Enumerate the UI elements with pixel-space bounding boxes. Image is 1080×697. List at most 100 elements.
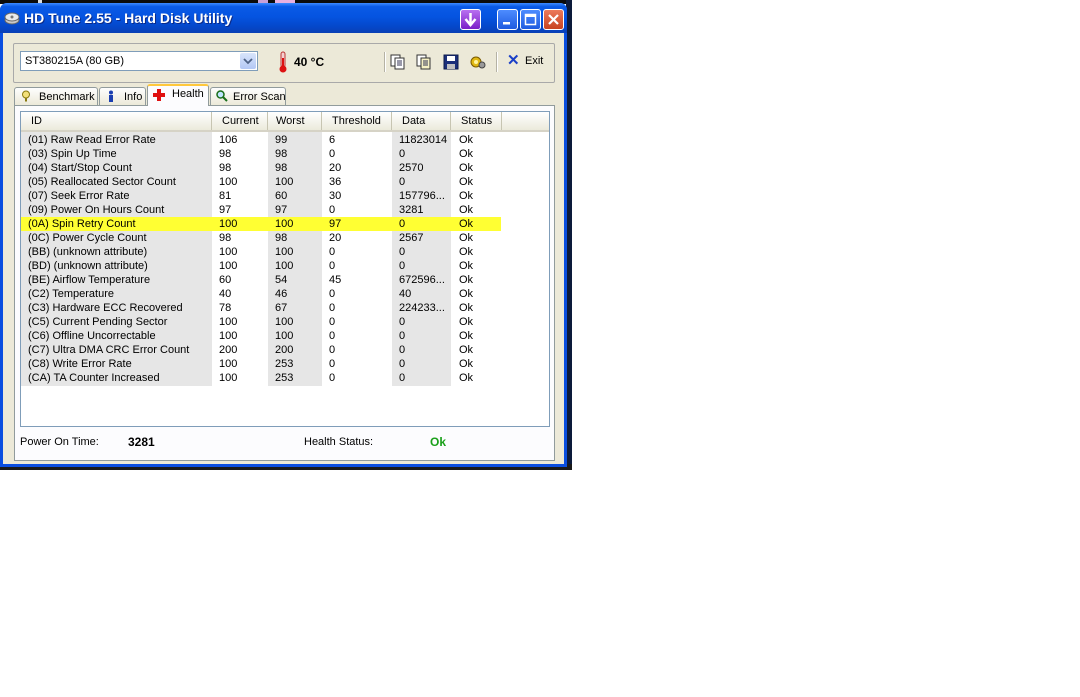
cell-status: Ok: [459, 316, 474, 328]
table-row[interactable]: (C5) Current Pending Sector 100 100 0 0 Ok: [21, 315, 549, 329]
toolbar: ST380215A (80 GB) 40 °C ✕ Exit: [13, 43, 555, 83]
cell-id: (0C) Power Cycle Count: [28, 232, 147, 244]
cell-threshold: 0: [329, 288, 336, 300]
cell-threshold: 0: [329, 302, 336, 314]
cell-current: 60: [219, 274, 232, 286]
cell-threshold: 30: [329, 190, 342, 202]
cell-status: Ok: [459, 330, 474, 342]
cell-data: 0: [399, 148, 406, 160]
dropdown-arrow-button[interactable]: [240, 53, 256, 69]
column-header-worst[interactable]: Worst: [268, 112, 322, 130]
table-row[interactable]: (09) Power On Hours Count 97 97 0 3281 Ok: [21, 203, 549, 217]
table-row[interactable]: (C2) Temperature 40 46 0 40 Ok: [21, 287, 549, 301]
table-row[interactable]: (BE) Airflow Temperature 60 54 45 672596... O…: [21, 273, 549, 287]
cell-data: 0: [399, 176, 406, 188]
cell-status: Ok: [459, 358, 474, 370]
title-bar[interactable]: HD Tune 2.55 - Hard Disk Utility: [0, 3, 567, 33]
health-icon: [153, 89, 165, 101]
copy-all-icon[interactable]: [416, 54, 432, 70]
cell-worst: 99: [275, 134, 288, 146]
options-icon[interactable]: [470, 54, 486, 70]
cell-data: 0: [399, 344, 406, 356]
cell-status: Ok: [459, 232, 474, 244]
drive-dropdown[interactable]: ST380215A (80 GB): [20, 51, 258, 71]
window-client-area: ST380215A (80 GB) 40 °C ✕ Exit Benchmark…: [3, 33, 564, 464]
cell-status: Ok: [459, 218, 474, 230]
cell-status: Ok: [459, 288, 474, 300]
cell-id: (CA) TA Counter Increased: [28, 372, 160, 384]
table-row[interactable]: (05) Reallocated Sector Count 100 100 36 0 Ok: [21, 175, 549, 189]
minimize-button[interactable]: [497, 9, 518, 30]
cell-status: Ok: [459, 204, 474, 216]
save-icon[interactable]: [443, 54, 459, 70]
table-row[interactable]: (03) Spin Up Time 98 98 0 0 Ok: [21, 147, 549, 161]
magnifier-icon: [216, 90, 228, 102]
toolbar-separator: [496, 52, 498, 72]
column-header-data[interactable]: Data: [392, 112, 451, 130]
cell-status: Ok: [459, 246, 474, 258]
tab-benchmark[interactable]: Benchmark: [14, 87, 98, 105]
power-on-time-value: 3281: [128, 435, 155, 449]
smart-attributes-table[interactable]: ID Current Worst Threshold Data Status (…: [20, 111, 550, 427]
tab-error-scan[interactable]: Error Scan: [210, 87, 286, 105]
cell-status: Ok: [459, 344, 474, 356]
cell-worst: 100: [275, 330, 294, 342]
cell-worst: 97: [275, 204, 288, 216]
cell-status: Ok: [459, 260, 474, 272]
cell-current: 100: [219, 330, 238, 342]
cell-worst: 46: [275, 288, 288, 300]
tab-info[interactable]: Info: [99, 87, 146, 105]
table-row[interactable]: (C7) Ultra DMA CRC Error Count 200 200 0 0 Ok: [21, 343, 549, 357]
cell-threshold: 0: [329, 246, 336, 258]
cell-data: 0: [399, 218, 406, 230]
cell-worst: 253: [275, 372, 294, 384]
table-row[interactable]: (07) Seek Error Rate 81 60 30 157796... Ok: [21, 189, 549, 203]
cell-threshold: 0: [329, 372, 336, 384]
cell-id: (01) Raw Read Error Rate: [28, 134, 156, 146]
app-icon[interactable]: [4, 11, 20, 25]
table-row[interactable]: (BB) (unknown attribute) 100 100 0 0 Ok: [21, 245, 549, 259]
cell-current: 100: [219, 358, 238, 370]
table-header: ID Current Worst Threshold Data Status: [21, 112, 549, 132]
cell-current: 100: [219, 316, 238, 328]
table-row[interactable]: (C6) Offline Uncorrectable 100 100 0 0 Ok: [21, 329, 549, 343]
cell-threshold: 20: [329, 232, 342, 244]
table-row[interactable]: (C8) Write Error Rate 100 253 0 0 Ok: [21, 357, 549, 371]
cell-threshold: 36: [329, 176, 342, 188]
cell-current: 81: [219, 190, 232, 202]
cell-threshold: 0: [329, 148, 336, 160]
cell-id: (BE) Airflow Temperature: [28, 274, 151, 286]
maximize-button[interactable]: [520, 9, 541, 30]
cell-id: (BB) (unknown attribute): [28, 246, 148, 258]
table-row[interactable]: (0C) Power Cycle Count 98 98 20 2567 Ok: [21, 231, 549, 245]
cell-worst: 100: [275, 316, 294, 328]
maximize-icon: [524, 13, 537, 26]
table-row[interactable]: (04) Start/Stop Count 98 98 20 2570 Ok: [21, 161, 549, 175]
cell-worst: 60: [275, 190, 288, 202]
download-button[interactable]: [460, 9, 481, 30]
column-header-id[interactable]: ID: [21, 112, 212, 130]
drive-selected-value: ST380215A (80 GB): [25, 55, 125, 67]
table-row[interactable]: (CA) TA Counter Increased 100 253 0 0 Ok: [21, 371, 549, 385]
cell-data: 0: [399, 260, 406, 272]
close-button[interactable]: [543, 9, 564, 30]
cell-id: (05) Reallocated Sector Count: [28, 176, 176, 188]
cell-data: 224233...: [399, 302, 445, 314]
table-row[interactable]: (C3) Hardware ECC Recovered 78 67 0 224233..…: [21, 301, 549, 315]
tab-label: Health: [172, 88, 204, 100]
cell-status: Ok: [459, 176, 474, 188]
chevron-down-icon: [243, 58, 253, 65]
tab-label: Error Scan: [233, 91, 286, 103]
hdtune-window: HD Tune 2.55 - Hard Disk Utility ST38021…: [0, 3, 567, 467]
copy-info-icon[interactable]: [390, 54, 406, 70]
tab-health[interactable]: Health: [147, 84, 209, 106]
column-header-current[interactable]: Current: [212, 112, 268, 130]
cell-worst: 54: [275, 274, 288, 286]
table-row[interactable]: (0A) Spin Retry Count 100 100 97 0 Ok: [21, 217, 501, 231]
table-row[interactable]: (BD) (unknown attribute) 100 100 0 0 Ok: [21, 259, 549, 273]
column-header-threshold[interactable]: Threshold: [322, 112, 392, 130]
column-header-status[interactable]: Status: [451, 112, 502, 130]
temperature-value: 40 °C: [294, 55, 325, 69]
cell-data: 0: [399, 358, 406, 370]
table-row[interactable]: (01) Raw Read Error Rate 106 99 6 11823014 Ok: [21, 133, 549, 147]
